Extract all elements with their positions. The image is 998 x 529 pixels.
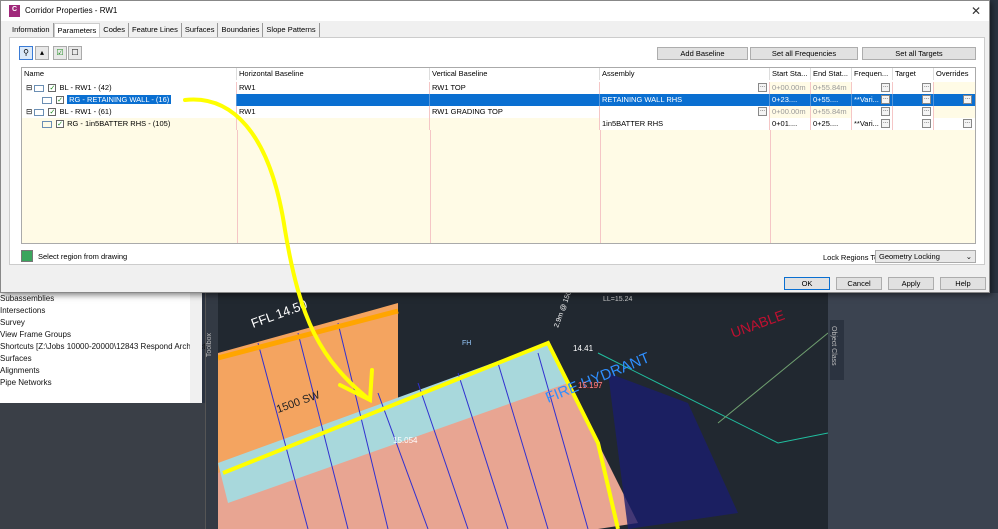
annotation-arrow [183, 97, 374, 404]
